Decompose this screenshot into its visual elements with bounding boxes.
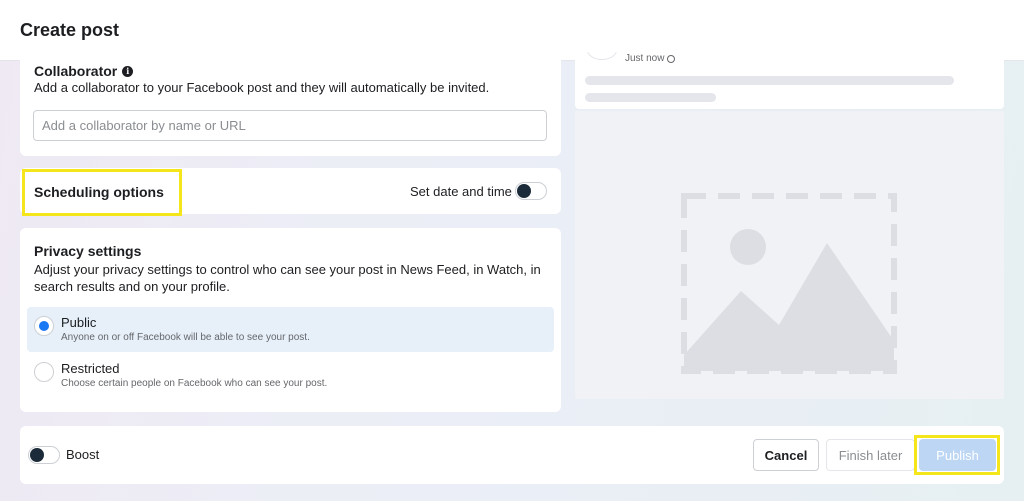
- collaborator-description: Add a collaborator to your Facebook post…: [34, 80, 490, 95]
- collaborator-section: Collaborator i Add a collaborator to you…: [20, 52, 561, 156]
- public-label: Public: [61, 315, 97, 330]
- collaborator-title: Collaborator: [34, 63, 118, 79]
- highlight-box: [22, 169, 182, 216]
- set-date-time-label: Set date and time: [410, 184, 512, 199]
- privacy-description: Adjust your privacy settings to control …: [34, 262, 541, 294]
- skeleton-line: [585, 76, 954, 85]
- toggle-knob: [517, 184, 531, 198]
- collaborator-heading: Collaborator i: [34, 63, 134, 79]
- cancel-button[interactable]: Cancel: [753, 439, 819, 471]
- preview-header: Just now: [575, 52, 1004, 109]
- publish-button[interactable]: Publish: [919, 439, 996, 471]
- page-title: Create post: [20, 19, 120, 40]
- skeleton-line: [585, 93, 716, 102]
- privacy-title: Privacy settings: [34, 243, 142, 259]
- boost-label: Boost: [66, 447, 100, 462]
- public-description: Anyone on or off Facebook will be able t…: [61, 332, 310, 343]
- info-icon[interactable]: i: [122, 65, 134, 77]
- finish-later-button[interactable]: Finish later: [826, 439, 915, 471]
- privacy-option-restricted[interactable]: Restricted Choose certain people on Face…: [27, 353, 554, 398]
- restricted-label: Restricted: [61, 361, 120, 376]
- preview-timestamp: Just now: [625, 53, 665, 64]
- toggle-knob: [30, 448, 44, 462]
- globe-icon: [667, 54, 676, 63]
- set-date-time-toggle[interactable]: [515, 182, 547, 200]
- preview-media: [575, 111, 1004, 399]
- avatar: [587, 52, 617, 60]
- scheduling-section: Scheduling options Set date and time: [20, 168, 561, 216]
- privacy-section: Privacy settings Adjust your privacy set…: [20, 228, 561, 412]
- post-preview: Just now: [575, 52, 1004, 399]
- boost-toggle[interactable]: [28, 446, 60, 464]
- preview-meta: Just now: [625, 53, 676, 64]
- restricted-description: Choose certain people on Facebook who ca…: [61, 378, 328, 389]
- collaborator-input[interactable]: [33, 110, 547, 141]
- privacy-option-public[interactable]: Public Anyone on or off Facebook will be…: [27, 307, 554, 352]
- public-radio[interactable]: [34, 316, 54, 336]
- image-placeholder-icon: [681, 193, 897, 374]
- footer-bar: Boost Cancel Finish later Publish: [20, 426, 1004, 484]
- restricted-radio[interactable]: [34, 362, 54, 382]
